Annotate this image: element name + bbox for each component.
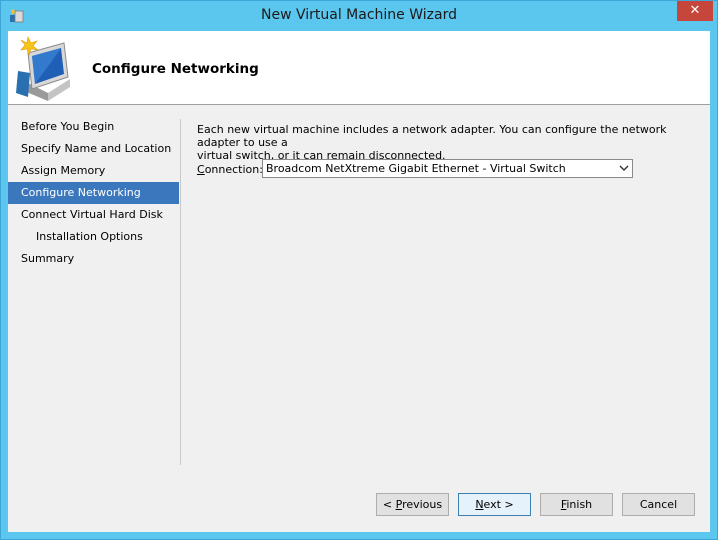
nav-item-specify-name-and-location[interactable]: Specify Name and Location (8, 138, 179, 160)
next-button-rest: ext > (483, 498, 514, 511)
previous-button[interactable]: < Previous (376, 493, 449, 516)
wizard-content: Configure Networking Before You Begin Sp… (8, 31, 710, 532)
finish-button[interactable]: Finish (540, 493, 613, 516)
nav-item-summary[interactable]: Summary (8, 248, 179, 270)
close-button[interactable]: ✕ (677, 1, 713, 21)
wizard-steps-nav: Before You Begin Specify Name and Locati… (8, 116, 179, 270)
close-icon: ✕ (689, 3, 701, 18)
title-bar[interactable]: New Virtual Machine Wizard ✕ (1, 1, 717, 31)
wizard-header: Configure Networking (8, 31, 710, 104)
connection-select-value: Broadcom NetXtreme Gigabit Ethernet - Vi… (266, 162, 566, 175)
finish-button-rest: inish (566, 498, 593, 511)
next-button-accel: N (475, 498, 484, 511)
nav-item-before-you-begin[interactable]: Before You Begin (8, 116, 179, 138)
page-description: Each new virtual machine includes a netw… (197, 123, 697, 162)
wizard-window: New Virtual Machine Wizard ✕ Configure N… (0, 0, 718, 540)
previous-button-prefix: < (382, 498, 396, 511)
chevron-down-icon[interactable] (619, 161, 629, 178)
window-title: New Virtual Machine Wizard (261, 7, 457, 23)
cancel-button[interactable]: Cancel (622, 493, 695, 516)
connection-label: Connection: (197, 163, 263, 176)
next-button[interactable]: Next > (458, 493, 531, 516)
nav-item-connect-virtual-hard-disk[interactable]: Connect Virtual Hard Disk (8, 204, 179, 226)
connection-label-accel: C (197, 163, 205, 176)
connection-select[interactable]: Broadcom NetXtreme Gigabit Ethernet - Vi… (262, 159, 633, 178)
previous-button-rest: revious (402, 498, 443, 511)
nav-item-installation-options[interactable]: Installation Options (8, 226, 179, 248)
virtual-machine-monitor-icon (14, 35, 78, 101)
nav-item-assign-memory[interactable]: Assign Memory (8, 160, 179, 182)
connection-label-rest: onnection: (204, 163, 263, 176)
description-line-1: Each new virtual machine includes a netw… (197, 123, 667, 149)
page-title: Configure Networking (92, 61, 259, 77)
header-divider (8, 104, 710, 105)
nav-divider (180, 119, 181, 465)
nav-item-configure-networking[interactable]: Configure Networking (8, 182, 179, 204)
